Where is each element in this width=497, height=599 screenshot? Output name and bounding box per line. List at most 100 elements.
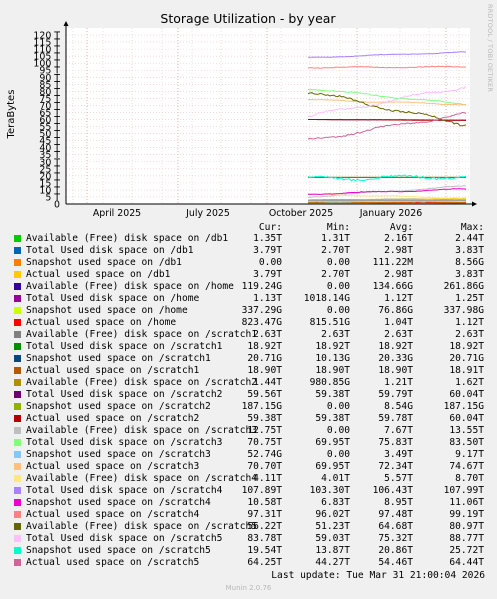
legend-swatch — [14, 403, 21, 410]
legend-value-max: 64.44T — [449, 557, 484, 568]
legend-label: Actual used space on /scratch1 — [26, 365, 200, 376]
legend-value-cur: 97.31T — [247, 509, 282, 520]
header-avg: Avg: — [389, 222, 413, 233]
legend-value-min: 815.51G — [309, 317, 350, 328]
legend-value-max: 88.77T — [449, 533, 484, 544]
legend-value-max: 1.12T — [455, 317, 484, 328]
legend-label: Snapshot used space on /home — [26, 305, 188, 316]
legend-value-min: 59.38T — [315, 413, 350, 424]
legend-value-cur: 187.15G — [241, 401, 282, 412]
legend-value-min: 0.00 — [326, 281, 350, 292]
legend-label: Snapshot used space on /db1 — [26, 257, 182, 268]
legend-value-min: 103.30T — [309, 485, 350, 496]
legend-value-cur: 823.47G — [241, 317, 282, 328]
legend-row: Available (Free) disk space on /scratch4… — [0, 473, 497, 485]
legend-value-avg: 2.16T — [384, 233, 413, 244]
header-max: Max: — [460, 222, 484, 233]
legend-value-max: 1.25T — [455, 293, 484, 304]
legend-value-avg: 75.32T — [378, 533, 413, 544]
legend-value-max: 8.56G — [455, 257, 484, 268]
legend-swatch — [14, 319, 21, 326]
legend-value-avg: 1.04T — [384, 317, 413, 328]
legend-value-max: 2.63T — [455, 329, 484, 340]
legend-swatch — [14, 475, 21, 482]
legend-value-avg: 20.86T — [378, 545, 413, 556]
y-axis-label: TeraBytes — [6, 90, 17, 140]
legend-label: Total Used disk space on /scratch3 — [26, 437, 223, 448]
legend-value-min: 10.13G — [315, 353, 350, 364]
legend-row: Snapshot used space on /db1 0.00 0.00 111.2… — [0, 257, 497, 269]
legend-value-min: 2.70T — [321, 245, 350, 256]
legend-value-cur: 20.71G — [247, 353, 282, 364]
legend-swatch — [14, 427, 21, 434]
legend-row: Actual used space on /scratch4 97.31T 96.0… — [0, 509, 497, 521]
legend-value-min: 51.23T — [315, 521, 350, 532]
legend-value-min: 44.27T — [315, 557, 350, 568]
legend-label: Snapshot used space on /scratch5 — [26, 545, 211, 556]
legend-value-max: 261.86G — [443, 281, 484, 292]
legend-row: Total Used disk space on /scratch5 83.78T… — [0, 533, 497, 545]
legend-value-min: 96.02T — [315, 509, 350, 520]
legend-value-min: 2.63T — [321, 329, 350, 340]
legend-swatch — [14, 487, 21, 494]
legend-value-min: 59.38T — [315, 389, 350, 400]
legend-label: Total Used disk space on /scratch1 — [26, 341, 223, 352]
header-cur: Cur: — [258, 222, 282, 233]
legend-label: Snapshot used space on /scratch3 — [26, 449, 211, 460]
legend-value-cur: 83.78T — [247, 533, 282, 544]
legend-value-cur: 12.75T — [247, 425, 282, 436]
chart-area: Storage Utilization - by year TeraBytes … — [6, 11, 477, 219]
legend-value-cur: 3.79T — [253, 245, 282, 256]
legend-value-max: 20.71G — [449, 353, 484, 364]
legend-value-min: 2.70T — [321, 269, 350, 280]
legend-row: Snapshot used space on /scratch3 52.74G 0.… — [0, 449, 497, 461]
legend-value-max: 187.15G — [443, 401, 484, 412]
legend-value-avg: 2.98T — [384, 269, 413, 280]
header-min: Min: — [326, 222, 350, 233]
legend-value-min: 0.00 — [326, 305, 350, 316]
legend-value-min: 13.87T — [315, 545, 350, 556]
legend-row: Actual used space on /scratch3 70.70T 69.9… — [0, 461, 497, 473]
legend-label: Total Used disk space on /scratch5 — [26, 533, 223, 544]
legend-row: Actual used space on /scratch2 59.38T 59.3… — [0, 413, 497, 425]
legend-value-cur: 4.11T — [253, 473, 282, 484]
legend-value-cur: 107.89T — [241, 485, 282, 496]
legend-value-avg: 106.43T — [372, 485, 413, 496]
x-tick-label: January 2026 — [359, 208, 422, 219]
legend-value-max: 18.91T — [449, 365, 484, 376]
legend-value-avg: 75.83T — [378, 437, 413, 448]
legend-swatch — [14, 535, 21, 542]
legend-label: Actual used space on /db1 — [26, 269, 171, 280]
legend-value-cur: 2.63T — [253, 329, 282, 340]
legend-value-min: 59.03T — [315, 533, 350, 544]
series-line — [308, 201, 467, 203]
legend-swatch — [14, 295, 21, 302]
legend-value-min: 1018.14G — [303, 293, 350, 304]
legend-label: Snapshot used space on /scratch2 — [26, 401, 211, 412]
legend-row: Total Used disk space on /scratch4 107.89… — [0, 485, 497, 497]
legend-value-max: 11.06T — [449, 497, 484, 508]
legend-value-avg: 134.66G — [372, 281, 413, 292]
legend-label: Actual used space on /home — [26, 317, 177, 328]
legend-value-max: 83.50T — [449, 437, 484, 448]
legend-value-max: 25.72T — [449, 545, 484, 556]
legend-value-avg: 1.12T — [384, 293, 413, 304]
legend-row: Snapshot used space on /scratch5 19.54T 13… — [0, 545, 497, 557]
legend-value-max: 18.92T — [449, 341, 484, 352]
legend-value-max: 13.55T — [449, 425, 484, 436]
legend-value-min: 1.31T — [321, 233, 350, 244]
legend-row: Actual used space on /scratch5 64.25T 44.2… — [0, 557, 497, 569]
legend-value-max: 8.70T — [455, 473, 484, 484]
x-tick-label: July 2025 — [185, 208, 230, 219]
legend-value-cur: 3.79T — [253, 269, 282, 280]
legend-value-avg: 2.98T — [384, 245, 413, 256]
legend-value-avg: 1.21T — [384, 377, 413, 388]
legend-swatch — [14, 367, 21, 374]
legend-swatch — [14, 415, 21, 422]
legend-row: Snapshot used space on /scratch2 187.15G 0… — [0, 401, 497, 413]
legend-value-cur: 18.90T — [247, 365, 282, 376]
legend-value-min: 0.00 — [326, 257, 350, 268]
legend-label: Actual used space on /scratch2 — [26, 413, 200, 424]
y-tick-label: 120 T — [33, 31, 60, 42]
legend-value-avg: 18.92T — [378, 341, 413, 352]
